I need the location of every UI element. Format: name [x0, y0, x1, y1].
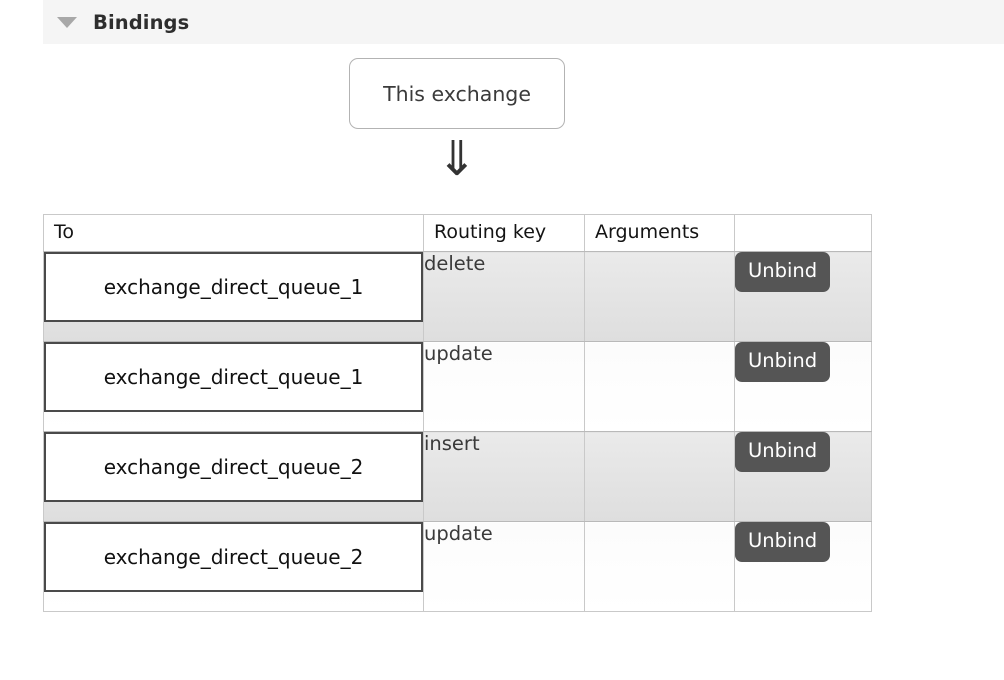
queue-name-label: exchange_direct_queue_2: [103, 455, 364, 479]
double-down-arrow-icon: ⇓: [436, 131, 478, 187]
queue-name-label: exchange_direct_queue_1: [103, 365, 364, 389]
unbind-button[interactable]: Unbind: [735, 432, 831, 472]
unbind-button[interactable]: Unbind: [735, 342, 831, 382]
table-row: exchange_direct_queue_2 update Unbind: [43, 521, 872, 612]
cell-arguments: [584, 521, 735, 612]
column-header-routing-key: Routing key: [423, 214, 585, 252]
table-header-row: To Routing key Arguments: [43, 214, 872, 252]
source-exchange-node: This exchange: [349, 58, 565, 129]
unbind-button[interactable]: Unbind: [735, 522, 831, 562]
cell-to: exchange_direct_queue_2: [43, 431, 424, 522]
source-exchange-label: This exchange: [383, 81, 531, 106]
queue-node[interactable]: exchange_direct_queue_1: [44, 252, 423, 322]
cell-action: Unbind: [734, 341, 872, 432]
queue-node[interactable]: exchange_direct_queue_2: [44, 432, 423, 502]
cell-routing-key: insert: [423, 431, 585, 522]
cell-action: Unbind: [734, 251, 872, 342]
cell-arguments: [584, 431, 735, 522]
bindings-page: Bindings This exchange ⇓ To Routing key …: [0, 0, 1004, 680]
queue-name-label: exchange_direct_queue_2: [103, 545, 364, 569]
cell-routing-key: delete: [423, 251, 585, 342]
table-row: exchange_direct_queue_2 insert Unbind: [43, 431, 872, 522]
cell-arguments: [584, 251, 735, 342]
table-row: exchange_direct_queue_1 delete Unbind: [43, 251, 872, 342]
bindings-table: To Routing key Arguments exchange_direct…: [43, 214, 872, 612]
column-header-actions: [734, 214, 872, 252]
bindings-section-header[interactable]: Bindings: [43, 0, 1004, 44]
column-header-arguments: Arguments: [584, 214, 735, 252]
table-row: exchange_direct_queue_1 update Unbind: [43, 341, 872, 432]
cell-action: Unbind: [734, 521, 872, 612]
cell-to: exchange_direct_queue_2: [43, 521, 424, 612]
page-title: Bindings: [93, 10, 190, 34]
cell-routing-key: update: [423, 341, 585, 432]
triangle-down-icon[interactable]: [57, 17, 77, 28]
cell-to: exchange_direct_queue_1: [43, 251, 424, 342]
cell-action: Unbind: [734, 431, 872, 522]
unbind-button[interactable]: Unbind: [735, 252, 831, 292]
cell-to: exchange_direct_queue_1: [43, 341, 424, 432]
column-header-to: To: [43, 214, 424, 252]
queue-node[interactable]: exchange_direct_queue_2: [44, 522, 423, 592]
cell-arguments: [584, 341, 735, 432]
queue-node[interactable]: exchange_direct_queue_1: [44, 342, 423, 412]
queue-name-label: exchange_direct_queue_1: [103, 275, 364, 299]
cell-routing-key: update: [423, 521, 585, 612]
